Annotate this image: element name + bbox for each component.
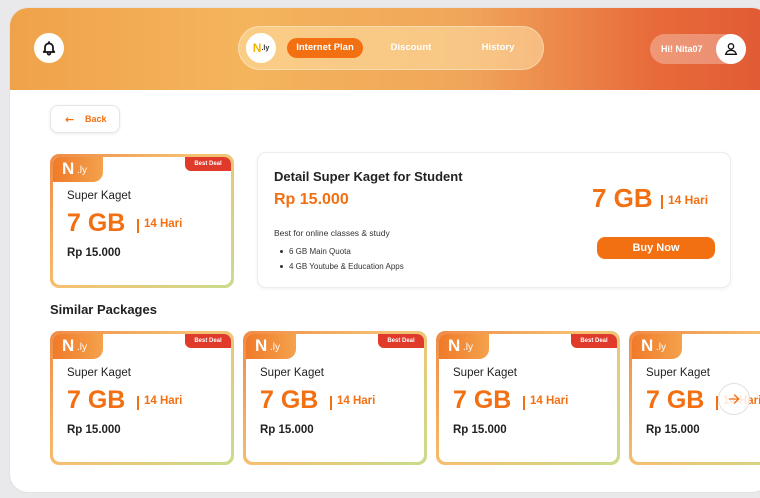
best-deal-badge: Best Deal <box>571 334 617 348</box>
best-deal-badge: Best Deal <box>378 334 424 348</box>
card-logo: N .ly <box>53 157 103 182</box>
divider <box>661 195 663 209</box>
divider <box>137 219 139 233</box>
detail-list: 6 GB Main Quota 4 GB Youtube & Education… <box>280 244 404 274</box>
card-body: N .ly Best Deal Super Kaget 7 GB 14 Hari… <box>53 334 231 462</box>
package-quota: 7 GB <box>260 386 319 414</box>
main-nav: N .ly Internet Plan Discount History <box>238 26 544 70</box>
list-item-text: 6 GB Main Quota <box>289 247 351 256</box>
logo-letter: N <box>62 336 75 355</box>
card-body: N .ly Best Deal Super Kaget 7 GB 14 Hari… <box>439 334 617 462</box>
back-button[interactable]: ← Back <box>50 105 120 133</box>
package-duration: 14 Hari <box>530 395 569 407</box>
logo-letter: N <box>62 159 75 178</box>
avatar[interactable] <box>716 34 746 64</box>
package-detail-panel: Detail Super Kaget for Student Rp 15.000… <box>257 152 731 288</box>
user-icon <box>724 43 738 55</box>
package-duration: 14 Hari <box>144 218 183 230</box>
package-duration: 14 Hari <box>144 395 183 407</box>
package-name: Super Kaget <box>67 367 131 379</box>
logo-letter: N <box>252 41 262 55</box>
package-price: Rp 15.000 <box>67 424 121 436</box>
detail-duration: 14 Hari <box>668 193 709 207</box>
logo-suffix: .ly <box>77 165 87 176</box>
divider <box>330 396 332 410</box>
similar-package-card[interactable]: N .ly Best Deal Super Kaget 7 GB 14 Hari… <box>436 331 620 465</box>
logo-letter: N <box>641 336 654 355</box>
user-menu[interactable]: Hi! Nita07 <box>650 34 746 64</box>
card-logo: N .ly <box>439 334 489 359</box>
list-item: 4 GB Youtube & Education Apps <box>280 259 404 274</box>
logo-letter: N <box>255 336 268 355</box>
similar-packages-heading: Similar Packages <box>50 302 157 317</box>
arrow-left-icon: ← <box>65 113 75 126</box>
brand-logo[interactable]: N .ly <box>246 33 276 63</box>
package-name: Super Kaget <box>646 367 710 379</box>
logo-suffix: .ly <box>77 342 87 353</box>
detail-description: Best for online classes & study <box>274 228 390 238</box>
bullet <box>280 250 283 254</box>
package-quota: 7 GB <box>646 386 705 414</box>
detail-price: Rp 15.000 <box>274 191 349 208</box>
selected-package-card[interactable]: N .ly Best Deal Super Kaget 7 GB 14 Hari… <box>50 154 234 288</box>
bell-icon <box>42 41 56 56</box>
package-name: Super Kaget <box>453 367 517 379</box>
bullet <box>280 265 283 269</box>
logo-suffix: .ly <box>261 44 270 52</box>
package-price: Rp 15.000 <box>260 424 314 436</box>
tab-history[interactable]: History <box>472 38 524 58</box>
tab-internet-plan[interactable]: Internet Plan <box>287 38 363 58</box>
package-quota: 7 GB <box>67 386 126 414</box>
card-logo: N .ly <box>53 334 103 359</box>
logo-suffix: .ly <box>463 342 473 353</box>
divider <box>137 396 139 410</box>
user-greeting: Hi! Nita07 <box>661 44 703 54</box>
card-body: N .ly Best Deal Super Kaget 7 GB 14 Hari… <box>246 334 424 462</box>
list-item-text: 4 GB Youtube & Education Apps <box>289 262 404 271</box>
similar-package-card[interactable]: N .ly Best Deal Super Kaget 7 GB 14 Hari… <box>243 331 427 465</box>
arrow-right-icon <box>728 394 740 404</box>
logo-suffix: .ly <box>270 342 280 353</box>
package-price: Rp 15.000 <box>453 424 507 436</box>
detail-title: Detail Super Kaget for Student <box>274 169 463 184</box>
card-logo: N .ly <box>632 334 682 359</box>
notification-button[interactable] <box>34 33 64 63</box>
package-price: Rp 15.000 <box>67 247 121 259</box>
app-window: N .ly Internet Plan Discount History Hi! … <box>10 8 760 492</box>
package-quota: 7 GB <box>67 209 126 237</box>
divider <box>523 396 525 410</box>
list-item: 6 GB Main Quota <box>280 244 404 259</box>
tab-discount[interactable]: Discount <box>384 38 438 58</box>
card-logo: N .ly <box>246 334 296 359</box>
package-price: Rp 15.000 <box>646 424 700 436</box>
similar-package-card[interactable]: N .ly Best Deal Super Kaget 7 GB 14 Hari… <box>50 331 234 465</box>
best-deal-badge: Best Deal <box>185 157 231 171</box>
package-quota: 7 GB <box>453 386 512 414</box>
header-bar: N .ly Internet Plan Discount History Hi! … <box>10 8 760 90</box>
logo-suffix: .ly <box>656 342 666 353</box>
detail-quota: 7 GB <box>592 183 653 213</box>
logo-letter: N <box>448 336 461 355</box>
next-carousel-button[interactable] <box>718 383 750 415</box>
package-name: Super Kaget <box>260 367 324 379</box>
buy-now-button[interactable]: Buy Now <box>597 237 715 259</box>
package-duration: 14 Hari <box>337 395 376 407</box>
best-deal-badge: Best Deal <box>185 334 231 348</box>
package-name: Super Kaget <box>67 190 131 202</box>
card-body: N .ly Best Deal Super Kaget 7 GB 14 Hari… <box>53 157 231 285</box>
back-label: Back <box>85 114 107 124</box>
